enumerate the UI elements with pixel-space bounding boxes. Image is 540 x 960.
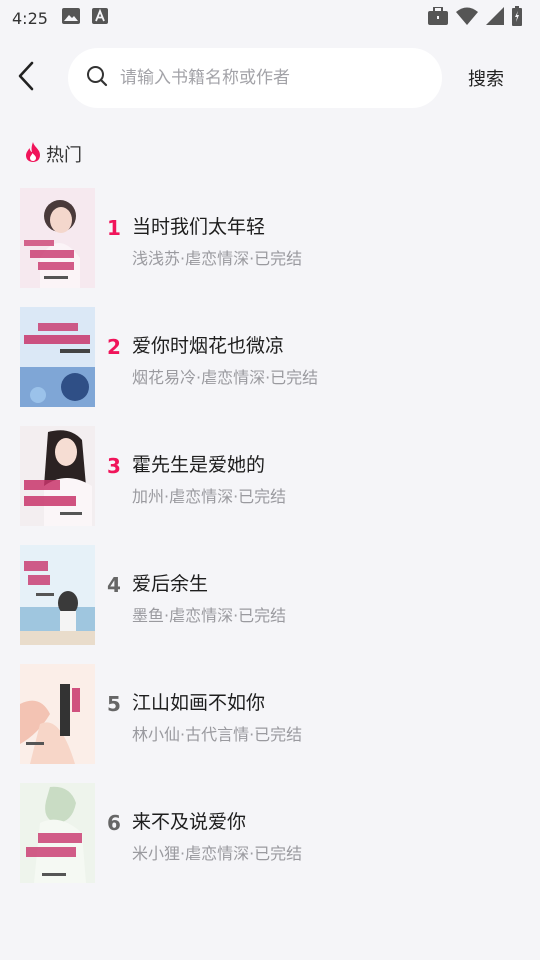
book-cover	[20, 307, 95, 407]
book-title: 来不及说爱你	[132, 811, 247, 833]
search-box[interactable]	[68, 48, 442, 108]
book-meta: 浅浅苏·虐恋情深·已完结	[132, 249, 303, 268]
book-meta: 米小狸·虐恋情深·已完结	[132, 844, 303, 863]
flame-icon	[24, 141, 42, 167]
book-item-5[interactable]: 5 江山如画不如你 林小仙·古代言情·已完结	[0, 664, 540, 764]
status-time: 4:25	[12, 8, 48, 28]
book-cover	[20, 545, 95, 645]
chevron-left-icon	[17, 61, 35, 95]
search-header: 搜索	[0, 48, 540, 108]
book-meta: 加州·虐恋情深·已完结	[132, 487, 287, 506]
search-button[interactable]: 搜索	[468, 48, 504, 108]
battery-charging-icon	[512, 6, 522, 30]
book-title: 霍先生是爱她的	[132, 454, 266, 476]
hot-section-header: 热门	[24, 140, 82, 168]
book-meta: 林小仙·古代言情·已完结	[132, 725, 303, 744]
signal-icon	[486, 7, 504, 29]
book-title: 爱后余生	[132, 573, 209, 595]
book-cover	[20, 783, 95, 883]
book-rank: 1	[107, 216, 121, 240]
book-item-3[interactable]: 3 霍先生是爱她的 加州·虐恋情深·已完结	[0, 426, 540, 526]
back-button[interactable]	[2, 48, 50, 108]
book-cover	[20, 426, 95, 526]
wifi-icon	[456, 7, 478, 29]
search-icon	[86, 65, 108, 91]
book-cover	[20, 188, 95, 288]
book-rank: 4	[107, 573, 121, 597]
hot-section-title: 热门	[46, 145, 82, 166]
book-meta: 烟花易冷·虐恋情深·已完结	[132, 368, 319, 387]
book-rank: 6	[107, 811, 121, 835]
book-title: 当时我们太年轻	[132, 216, 266, 238]
book-title: 江山如画不如你	[132, 692, 266, 714]
book-cover	[20, 664, 95, 764]
book-item-6[interactable]: 6 来不及说爱你 米小狸·虐恋情深·已完结	[0, 783, 540, 883]
a-box-icon	[91, 8, 108, 28]
book-rank: 2	[107, 335, 121, 359]
status-bar: 4:25	[0, 0, 540, 36]
book-rank: 3	[107, 454, 121, 478]
book-rank: 5	[107, 692, 121, 716]
briefcase-icon	[428, 6, 448, 29]
book-item-1[interactable]: 1 当时我们太年轻 浅浅苏·虐恋情深·已完结	[0, 188, 540, 288]
book-title: 爱你时烟花也微凉	[132, 335, 285, 357]
book-item-4[interactable]: 4 爱后余生 墨鱼·虐恋情深·已完结	[0, 545, 540, 645]
search-input[interactable]	[120, 68, 410, 88]
book-meta: 墨鱼·虐恋情深·已完结	[132, 606, 287, 625]
image-icon	[61, 8, 80, 28]
book-item-2[interactable]: 2 爱你时烟花也微凉 烟花易冷·虐恋情深·已完结	[0, 307, 540, 407]
